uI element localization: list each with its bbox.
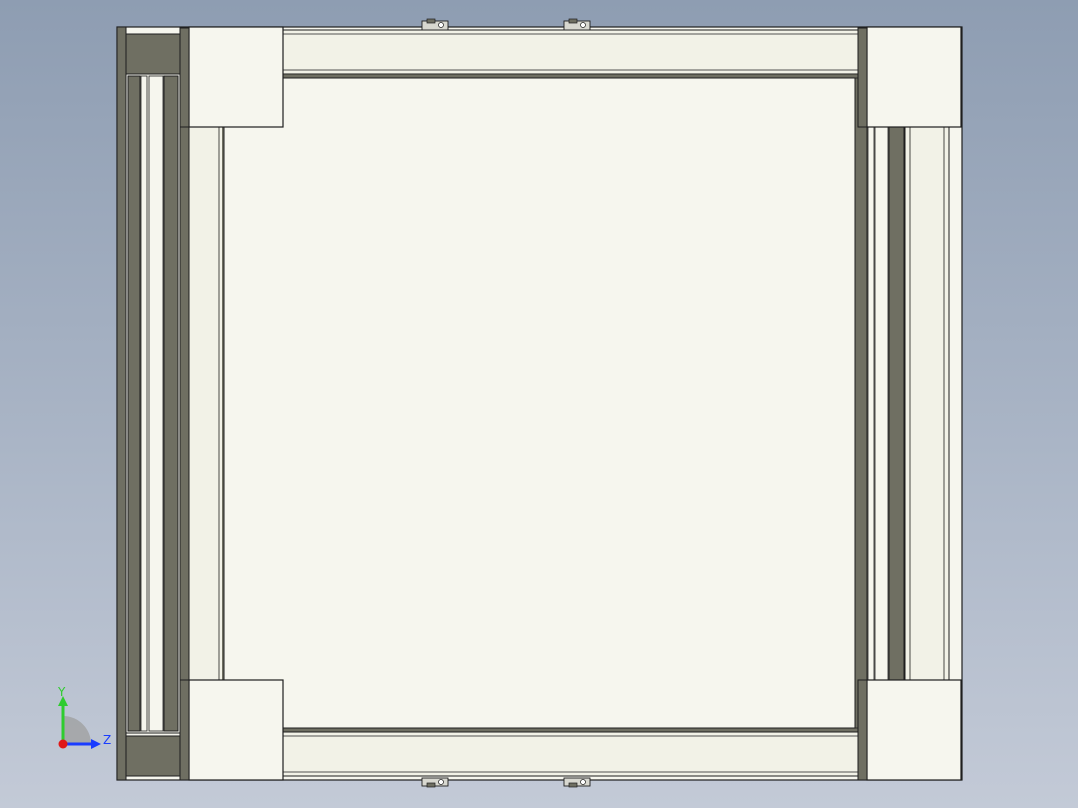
left-outer-rail bbox=[116, 26, 127, 781]
bottom-bracket-left[interactable] bbox=[421, 777, 449, 788]
triad-quarter-disc bbox=[63, 716, 91, 744]
corner-block-top-right[interactable] bbox=[866, 26, 962, 128]
corner-block-bottom-right[interactable] bbox=[866, 679, 962, 781]
right-inner-rail-1 bbox=[854, 75, 868, 732]
right-inner-rail-2 bbox=[888, 126, 905, 681]
left-slot-2 bbox=[148, 75, 164, 732]
cad-viewport[interactable]: Y Z bbox=[0, 0, 1078, 808]
corner-block-bottom-left[interactable] bbox=[188, 679, 284, 781]
triad-origin-icon bbox=[58, 739, 68, 749]
corner-post-top-left bbox=[179, 27, 190, 128]
z-axis-arrowhead-icon bbox=[91, 739, 101, 749]
corner-block-top-left[interactable] bbox=[188, 26, 284, 128]
left-slot-1 bbox=[140, 75, 148, 732]
left-inner-rail-1 bbox=[127, 75, 141, 732]
corner-post-bottom-left bbox=[179, 679, 190, 781]
top-extrusion bbox=[282, 29, 861, 75]
bottom-bracket-right[interactable] bbox=[563, 777, 591, 788]
coordinate-triad[interactable]: Y Z bbox=[52, 686, 122, 756]
left-top-block bbox=[125, 33, 182, 75]
frame-assembly-top-view[interactable] bbox=[0, 0, 1078, 808]
center-panel[interactable] bbox=[223, 77, 856, 729]
bottom-extrusion bbox=[282, 731, 861, 777]
z-axis-label: Z bbox=[103, 733, 111, 747]
right-slot-2 bbox=[874, 126, 889, 681]
top-bracket-right[interactable] bbox=[563, 18, 591, 31]
right-slot-1 bbox=[867, 126, 875, 681]
left-inner-rail-3 bbox=[179, 27, 190, 781]
corner-post-top-right bbox=[857, 27, 868, 128]
left-bottom-block bbox=[125, 735, 182, 777]
top-bracket-left[interactable] bbox=[421, 18, 449, 31]
bottom-dark-strip bbox=[282, 727, 861, 733]
top-dark-strip bbox=[282, 73, 861, 79]
right-extrusion bbox=[904, 126, 950, 681]
left-extrusion bbox=[188, 126, 224, 681]
y-axis-label: Y bbox=[57, 686, 66, 699]
corner-post-bottom-right bbox=[857, 679, 868, 781]
left-inner-rail-2 bbox=[163, 75, 179, 732]
